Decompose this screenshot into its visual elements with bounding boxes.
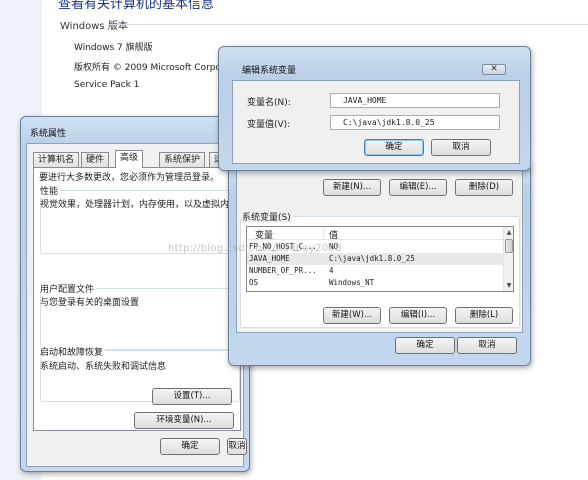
- ok-button[interactable]: 确定: [160, 438, 220, 455]
- page-heading: 查看有关计算机的基本信息: [58, 0, 215, 12]
- variable-value: Windows_NT: [329, 278, 375, 287]
- environment-variables-button[interactable]: 环境变量(N)...: [134, 412, 234, 429]
- system-new-button[interactable]: 新建(W)...: [323, 307, 381, 324]
- system-edit-button[interactable]: 编辑(I)...: [389, 307, 447, 324]
- variable-name-label: 变量名(N):: [247, 98, 291, 108]
- scroll-down-icon[interactable]: ▼: [504, 280, 513, 291]
- window-title: 系统属性: [30, 129, 67, 139]
- scroll-thumb[interactable]: [505, 239, 513, 253]
- ok-button[interactable]: 确定: [364, 139, 424, 156]
- user-new-button[interactable]: 新建(N)...: [323, 179, 381, 196]
- startup-recovery-label: 启动和故障恢复: [38, 345, 106, 358]
- variable-name: JAVA_HOME: [249, 254, 290, 263]
- service-pack-text: Service Pack 1: [74, 80, 140, 90]
- startup-settings-button[interactable]: 设置(T)...: [152, 388, 232, 405]
- section-divider: [108, 24, 588, 25]
- system-delete-button[interactable]: 删除(L): [455, 307, 513, 324]
- variable-name-input[interactable]: JAVA_HOME: [330, 93, 500, 108]
- startup-recovery-description: 系统启动、系统失败和调试信息: [40, 362, 167, 372]
- window-title: 编辑系统变量: [242, 66, 297, 76]
- column-variable[interactable]: 变量: [255, 228, 273, 241]
- list-item[interactable]: OS Windows_NT: [247, 277, 503, 289]
- dialog-body: 变量名(N): JAVA_HOME 变量值(V): C:\java\jdk1.8…: [232, 80, 520, 164]
- tab-advanced[interactable]: 高级: [115, 150, 144, 168]
- cancel-button[interactable]: 取消: [431, 139, 491, 156]
- os-edition-text: Windows 7 旗舰版: [74, 43, 153, 53]
- user-delete-button[interactable]: 删除(D): [455, 179, 513, 196]
- cancel-button[interactable]: 取消: [227, 438, 247, 455]
- system-properties-window: 系统属性 计算机名 硬件 高级 系统保护 远程 要进行大多数更改，您必须作为管理…: [20, 116, 250, 472]
- user-profiles-label: 用户配置文件: [38, 282, 97, 295]
- system-variables-list[interactable]: 变量 值 FP_NO_HOST_C... NO JAVA_HOME C:\jav…: [246, 226, 514, 292]
- edit-system-variable-dialog: 编辑系统变量 ✕ 变量名(N): JAVA_HOME 变量值(V): C:\ja…: [218, 46, 531, 171]
- variable-value: C:\java\jdk1.8.0_25: [329, 254, 415, 263]
- variable-value: 4: [329, 266, 334, 275]
- variable-name: OS: [249, 278, 259, 287]
- user-edit-button[interactable]: 编辑(E)...: [389, 179, 447, 196]
- list-header: 变量 值: [247, 227, 503, 241]
- user-profiles-description: 与您登录有关的桌面设置: [40, 298, 140, 308]
- performance-label: 性能: [38, 184, 61, 197]
- cancel-button[interactable]: 取消: [457, 337, 517, 354]
- advanced-tab-panel: 要进行大多数更改，您必须作为管理员登录。 性能 视觉效果，处理器计划，内存使用，…: [33, 167, 241, 431]
- scroll-up-icon[interactable]: ▲: [504, 227, 513, 238]
- tab-hardware[interactable]: 硬件: [81, 152, 110, 168]
- variable-value-label: 变量值(V):: [247, 120, 291, 130]
- watermark-text: http://blog.csdn.net/badboy2008: [168, 243, 342, 254]
- close-icon[interactable]: ✕: [482, 64, 506, 75]
- list-scrollbar[interactable]: ▲ ▼: [503, 227, 513, 291]
- system-variables-label: 系统变量(S): [241, 210, 292, 223]
- tab-system-protection[interactable]: 系统保护: [159, 152, 206, 168]
- ok-button[interactable]: 确定: [395, 337, 455, 354]
- environment-variables-window: 新建(N)... 编辑(E)... 删除(D) 系统变量(S) 变量 值 FP_…: [228, 164, 531, 366]
- tab-computer-name[interactable]: 计算机名: [33, 152, 80, 168]
- performance-description: 视觉效果，处理器计划，内存使用，以及虚拟内存: [40, 200, 239, 210]
- list-item[interactable]: NUMBER_OF_PR... 4: [247, 265, 503, 277]
- variable-name: NUMBER_OF_PR...: [249, 266, 317, 275]
- column-value[interactable]: 值: [329, 228, 338, 241]
- list-item[interactable]: JAVA_HOME C:\java\jdk1.8.0_25: [247, 253, 503, 265]
- variable-value-input[interactable]: C:\java\jdk1.8.0_25: [330, 115, 500, 130]
- admin-note: 要进行大多数更改，您必须作为管理员登录。: [39, 173, 220, 183]
- column-separator: [323, 228, 324, 239]
- dialog-body: 计算机名 硬件 高级 系统保护 远程 要进行大多数更改，您必须作为管理员登录。 …: [26, 143, 247, 467]
